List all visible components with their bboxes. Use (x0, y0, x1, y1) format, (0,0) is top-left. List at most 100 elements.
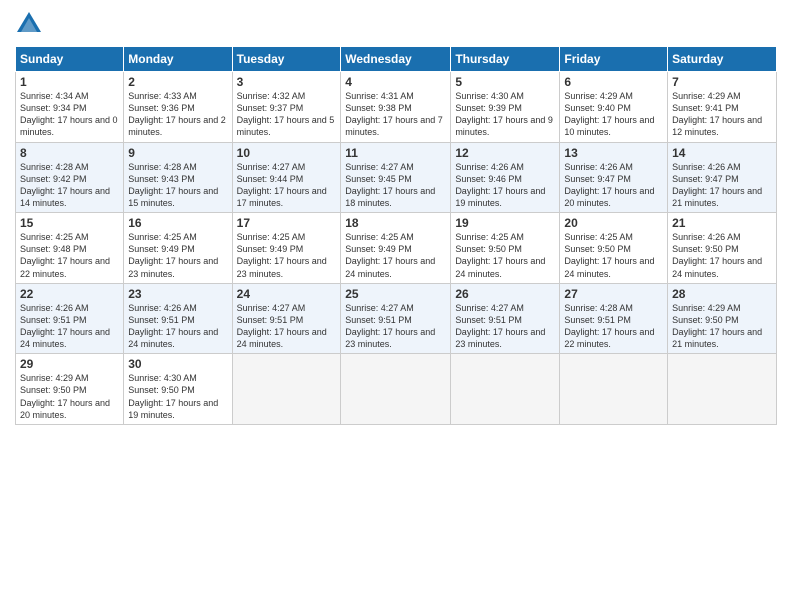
day-number: 6 (564, 75, 663, 89)
calendar-day-header: Tuesday (232, 47, 341, 72)
calendar-cell: 19Sunrise: 4:25 AMSunset: 9:50 PMDayligh… (451, 213, 560, 284)
day-info: Sunrise: 4:28 AMSunset: 9:43 PMDaylight:… (128, 161, 227, 210)
day-info: Sunrise: 4:25 AMSunset: 9:50 PMDaylight:… (455, 231, 555, 280)
calendar: SundayMondayTuesdayWednesdayThursdayFrid… (15, 46, 777, 425)
calendar-week-row: 1Sunrise: 4:34 AMSunset: 9:34 PMDaylight… (16, 72, 777, 143)
day-info: Sunrise: 4:30 AMSunset: 9:39 PMDaylight:… (455, 90, 555, 139)
day-info: Sunrise: 4:26 AMSunset: 9:51 PMDaylight:… (20, 302, 119, 351)
day-info: Sunrise: 4:27 AMSunset: 9:45 PMDaylight:… (345, 161, 446, 210)
calendar-cell: 26Sunrise: 4:27 AMSunset: 9:51 PMDayligh… (451, 283, 560, 354)
calendar-cell: 16Sunrise: 4:25 AMSunset: 9:49 PMDayligh… (124, 213, 232, 284)
day-info: Sunrise: 4:25 AMSunset: 9:49 PMDaylight:… (237, 231, 337, 280)
day-info: Sunrise: 4:29 AMSunset: 9:50 PMDaylight:… (20, 372, 119, 421)
calendar-cell: 21Sunrise: 4:26 AMSunset: 9:50 PMDayligh… (668, 213, 777, 284)
calendar-week-row: 29Sunrise: 4:29 AMSunset: 9:50 PMDayligh… (16, 354, 777, 425)
day-info: Sunrise: 4:26 AMSunset: 9:51 PMDaylight:… (128, 302, 227, 351)
day-info: Sunrise: 4:27 AMSunset: 9:51 PMDaylight:… (455, 302, 555, 351)
day-number: 4 (345, 75, 446, 89)
day-number: 15 (20, 216, 119, 230)
logo (15, 10, 47, 38)
calendar-cell: 10Sunrise: 4:27 AMSunset: 9:44 PMDayligh… (232, 142, 341, 213)
calendar-cell: 11Sunrise: 4:27 AMSunset: 9:45 PMDayligh… (341, 142, 451, 213)
calendar-week-row: 15Sunrise: 4:25 AMSunset: 9:48 PMDayligh… (16, 213, 777, 284)
calendar-cell: 24Sunrise: 4:27 AMSunset: 9:51 PMDayligh… (232, 283, 341, 354)
day-number: 28 (672, 287, 772, 301)
calendar-cell: 20Sunrise: 4:25 AMSunset: 9:50 PMDayligh… (560, 213, 668, 284)
day-info: Sunrise: 4:25 AMSunset: 9:48 PMDaylight:… (20, 231, 119, 280)
calendar-cell (668, 354, 777, 425)
day-number: 21 (672, 216, 772, 230)
day-number: 1 (20, 75, 119, 89)
day-info: Sunrise: 4:28 AMSunset: 9:42 PMDaylight:… (20, 161, 119, 210)
day-number: 30 (128, 357, 227, 371)
day-info: Sunrise: 4:29 AMSunset: 9:40 PMDaylight:… (564, 90, 663, 139)
day-info: Sunrise: 4:26 AMSunset: 9:46 PMDaylight:… (455, 161, 555, 210)
page: SundayMondayTuesdayWednesdayThursdayFrid… (0, 0, 792, 612)
day-info: Sunrise: 4:29 AMSunset: 9:50 PMDaylight:… (672, 302, 772, 351)
calendar-cell: 9Sunrise: 4:28 AMSunset: 9:43 PMDaylight… (124, 142, 232, 213)
day-number: 10 (237, 146, 337, 160)
calendar-week-row: 22Sunrise: 4:26 AMSunset: 9:51 PMDayligh… (16, 283, 777, 354)
day-number: 5 (455, 75, 555, 89)
day-info: Sunrise: 4:27 AMSunset: 9:44 PMDaylight:… (237, 161, 337, 210)
day-number: 22 (20, 287, 119, 301)
calendar-cell: 17Sunrise: 4:25 AMSunset: 9:49 PMDayligh… (232, 213, 341, 284)
day-info: Sunrise: 4:25 AMSunset: 9:50 PMDaylight:… (564, 231, 663, 280)
calendar-cell (451, 354, 560, 425)
day-info: Sunrise: 4:25 AMSunset: 9:49 PMDaylight:… (128, 231, 227, 280)
day-number: 12 (455, 146, 555, 160)
calendar-day-header: Monday (124, 47, 232, 72)
calendar-cell: 28Sunrise: 4:29 AMSunset: 9:50 PMDayligh… (668, 283, 777, 354)
calendar-cell: 12Sunrise: 4:26 AMSunset: 9:46 PMDayligh… (451, 142, 560, 213)
day-info: Sunrise: 4:27 AMSunset: 9:51 PMDaylight:… (345, 302, 446, 351)
calendar-cell: 30Sunrise: 4:30 AMSunset: 9:50 PMDayligh… (124, 354, 232, 425)
calendar-cell: 18Sunrise: 4:25 AMSunset: 9:49 PMDayligh… (341, 213, 451, 284)
day-info: Sunrise: 4:33 AMSunset: 9:36 PMDaylight:… (128, 90, 227, 139)
calendar-cell: 15Sunrise: 4:25 AMSunset: 9:48 PMDayligh… (16, 213, 124, 284)
calendar-cell: 4Sunrise: 4:31 AMSunset: 9:38 PMDaylight… (341, 72, 451, 143)
day-info: Sunrise: 4:31 AMSunset: 9:38 PMDaylight:… (345, 90, 446, 139)
calendar-cell: 2Sunrise: 4:33 AMSunset: 9:36 PMDaylight… (124, 72, 232, 143)
day-number: 11 (345, 146, 446, 160)
calendar-cell: 29Sunrise: 4:29 AMSunset: 9:50 PMDayligh… (16, 354, 124, 425)
day-number: 24 (237, 287, 337, 301)
day-number: 2 (128, 75, 227, 89)
calendar-cell: 22Sunrise: 4:26 AMSunset: 9:51 PMDayligh… (16, 283, 124, 354)
day-info: Sunrise: 4:26 AMSunset: 9:50 PMDaylight:… (672, 231, 772, 280)
day-number: 19 (455, 216, 555, 230)
calendar-cell: 6Sunrise: 4:29 AMSunset: 9:40 PMDaylight… (560, 72, 668, 143)
calendar-cell (341, 354, 451, 425)
logo-icon (15, 10, 43, 38)
day-info: Sunrise: 4:28 AMSunset: 9:51 PMDaylight:… (564, 302, 663, 351)
calendar-cell: 14Sunrise: 4:26 AMSunset: 9:47 PMDayligh… (668, 142, 777, 213)
calendar-cell: 1Sunrise: 4:34 AMSunset: 9:34 PMDaylight… (16, 72, 124, 143)
calendar-day-header: Saturday (668, 47, 777, 72)
day-number: 20 (564, 216, 663, 230)
day-info: Sunrise: 4:25 AMSunset: 9:49 PMDaylight:… (345, 231, 446, 280)
calendar-cell: 23Sunrise: 4:26 AMSunset: 9:51 PMDayligh… (124, 283, 232, 354)
calendar-cell: 25Sunrise: 4:27 AMSunset: 9:51 PMDayligh… (341, 283, 451, 354)
calendar-week-row: 8Sunrise: 4:28 AMSunset: 9:42 PMDaylight… (16, 142, 777, 213)
day-number: 8 (20, 146, 119, 160)
day-number: 18 (345, 216, 446, 230)
day-number: 25 (345, 287, 446, 301)
calendar-cell: 3Sunrise: 4:32 AMSunset: 9:37 PMDaylight… (232, 72, 341, 143)
day-number: 13 (564, 146, 663, 160)
day-number: 9 (128, 146, 227, 160)
day-number: 23 (128, 287, 227, 301)
day-number: 14 (672, 146, 772, 160)
day-number: 7 (672, 75, 772, 89)
calendar-cell: 8Sunrise: 4:28 AMSunset: 9:42 PMDaylight… (16, 142, 124, 213)
calendar-day-header: Friday (560, 47, 668, 72)
day-info: Sunrise: 4:32 AMSunset: 9:37 PMDaylight:… (237, 90, 337, 139)
day-number: 17 (237, 216, 337, 230)
calendar-header-row: SundayMondayTuesdayWednesdayThursdayFrid… (16, 47, 777, 72)
calendar-cell: 27Sunrise: 4:28 AMSunset: 9:51 PMDayligh… (560, 283, 668, 354)
header (15, 10, 777, 38)
day-info: Sunrise: 4:29 AMSunset: 9:41 PMDaylight:… (672, 90, 772, 139)
day-info: Sunrise: 4:34 AMSunset: 9:34 PMDaylight:… (20, 90, 119, 139)
calendar-cell (560, 354, 668, 425)
calendar-cell: 13Sunrise: 4:26 AMSunset: 9:47 PMDayligh… (560, 142, 668, 213)
day-number: 3 (237, 75, 337, 89)
day-number: 29 (20, 357, 119, 371)
